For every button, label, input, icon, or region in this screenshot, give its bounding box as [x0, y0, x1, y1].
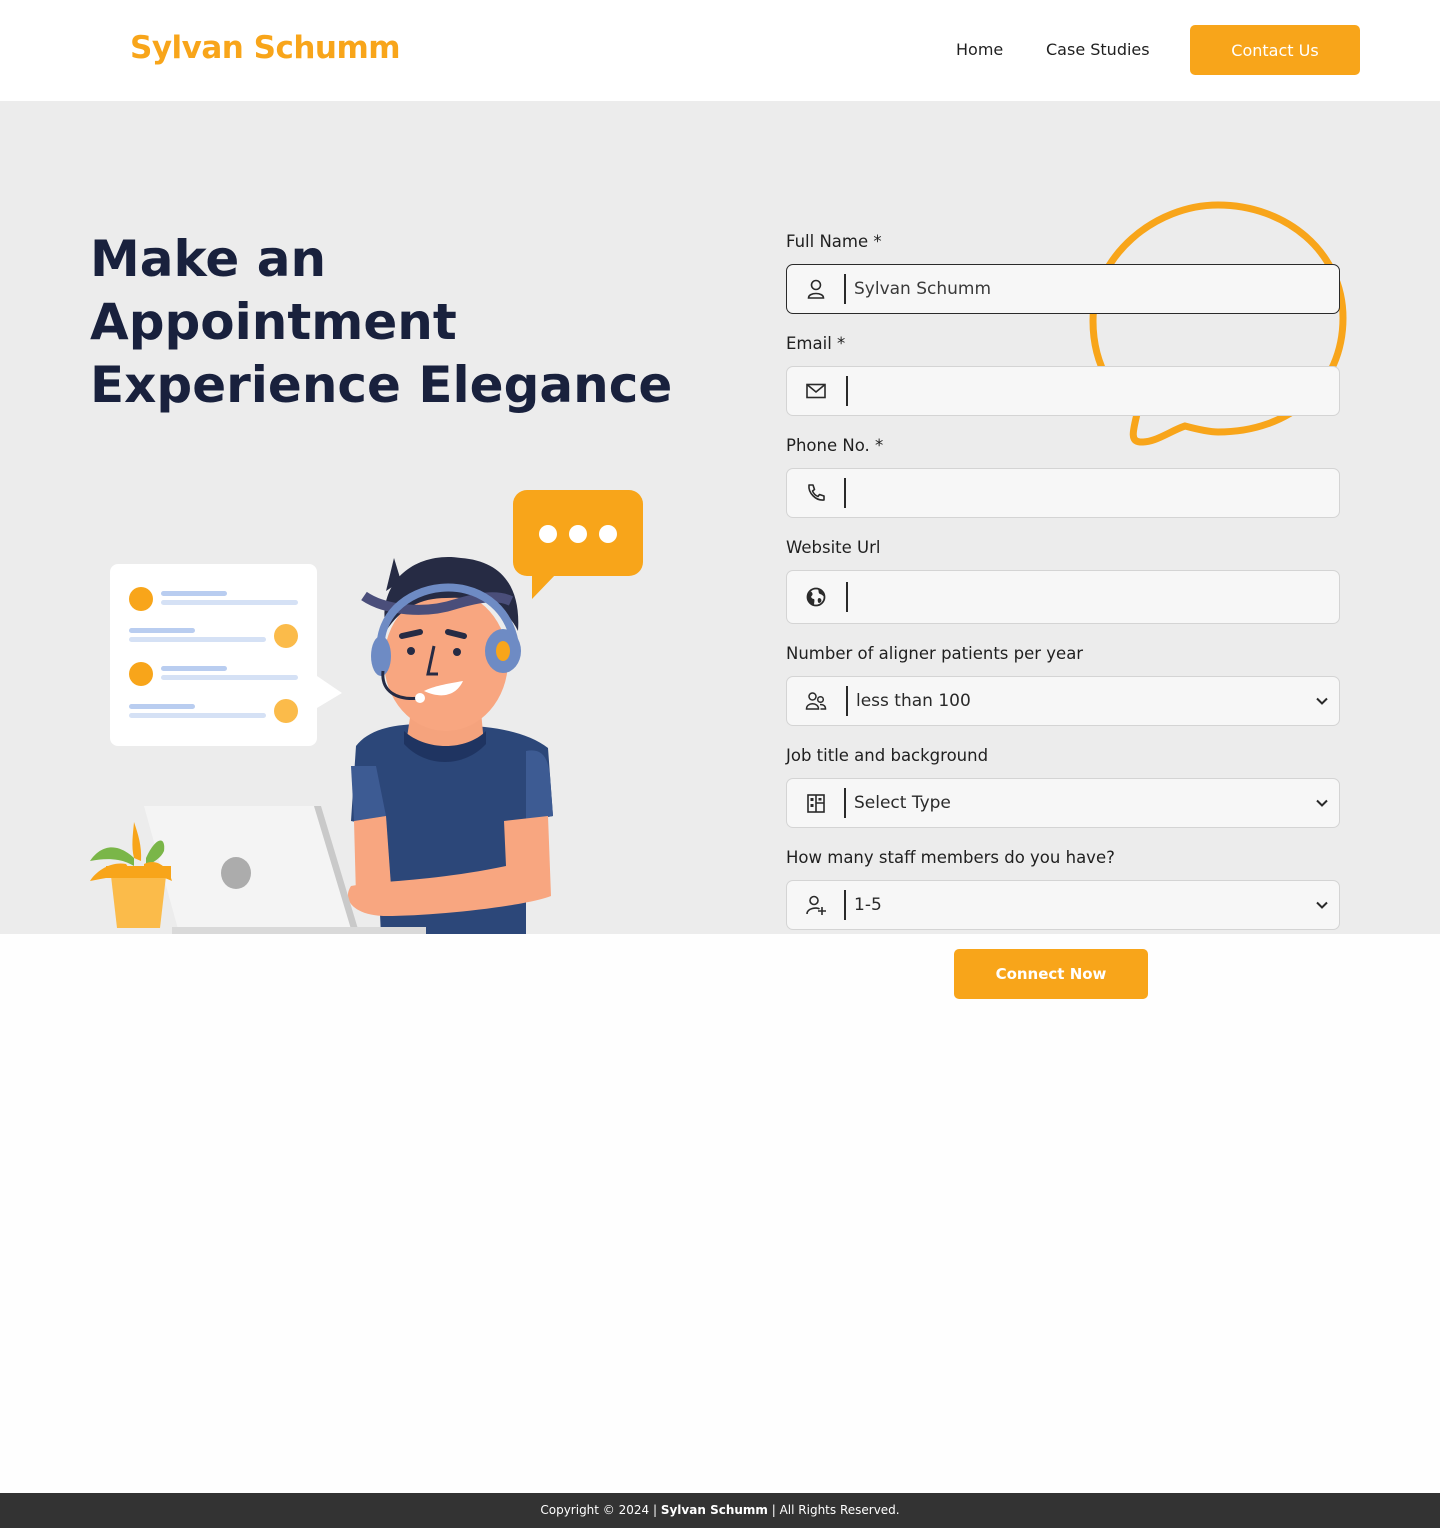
mail-icon: [806, 383, 826, 399]
users-icon: [805, 692, 827, 710]
staff-label: How many staff members do you have?: [786, 848, 1115, 867]
job-label: Job title and background: [786, 746, 989, 765]
chevron-down-icon: [1316, 697, 1328, 705]
hero-title-line-2: Appointment: [90, 293, 457, 351]
support-agent-illustration: [90, 490, 643, 934]
full-name-label: Full Name *: [786, 232, 882, 251]
field-divider: [846, 582, 848, 612]
user-plus-icon: [806, 895, 826, 915]
job-selected-value: Select Type: [854, 793, 951, 813]
patients-label: Number of aligner patients per year: [786, 644, 1084, 663]
email-field[interactable]: [786, 366, 1340, 416]
field-divider: [844, 274, 846, 304]
website-label: Website Url: [786, 538, 881, 557]
field-divider: [846, 686, 848, 716]
hero-title-line-1: Make an: [90, 230, 327, 288]
user-icon: [807, 279, 825, 299]
hero-title: Make an Appointment Experience Elegance: [90, 228, 710, 417]
staff-select[interactable]: 1-5: [786, 880, 1340, 930]
website-field[interactable]: [786, 570, 1340, 624]
email-label: Email *: [786, 334, 846, 353]
footer-copyright-prefix: Copyright © 2024 |: [540, 1503, 661, 1517]
field-divider: [846, 376, 848, 406]
contact-us-button[interactable]: Contact Us: [1190, 25, 1360, 75]
brand-logo[interactable]: Sylvan Schumm: [130, 30, 401, 66]
phone-icon: [808, 484, 825, 501]
footer-brand: Sylvan Schumm: [660, 1503, 768, 1517]
phone-label: Phone No. *: [786, 436, 884, 455]
site-footer: Copyright © 2024 | Sylvan Schumm | All R…: [0, 1493, 1440, 1528]
patients-select[interactable]: less than 100: [786, 676, 1340, 726]
chevron-down-icon: [1316, 901, 1328, 909]
chevron-down-icon: [1316, 799, 1328, 807]
hero-title-line-3: Experience Elegance: [90, 356, 673, 414]
field-divider: [844, 788, 846, 818]
staff-selected-value: 1-5: [854, 895, 882, 915]
full-name-field[interactable]: Sylvan Schumm: [786, 264, 1340, 314]
patients-selected-value: less than 100: [856, 691, 971, 711]
full-name-input[interactable]: Sylvan Schumm: [854, 279, 991, 299]
nav-case-studies-link[interactable]: Case Studies: [1046, 40, 1150, 59]
building-icon: [807, 794, 825, 813]
field-divider: [844, 890, 846, 920]
nav-home-link[interactable]: Home: [956, 40, 1003, 59]
globe-icon: [806, 587, 826, 607]
site-header: Sylvan Schumm Home Case Studies Contact …: [0, 0, 1440, 101]
field-divider: [844, 478, 846, 508]
connect-now-button[interactable]: Connect Now: [954, 949, 1148, 999]
phone-field[interactable]: [786, 468, 1340, 518]
footer-rights: | All Rights Reserved.: [767, 1503, 900, 1517]
job-select[interactable]: Select Type: [786, 778, 1340, 828]
